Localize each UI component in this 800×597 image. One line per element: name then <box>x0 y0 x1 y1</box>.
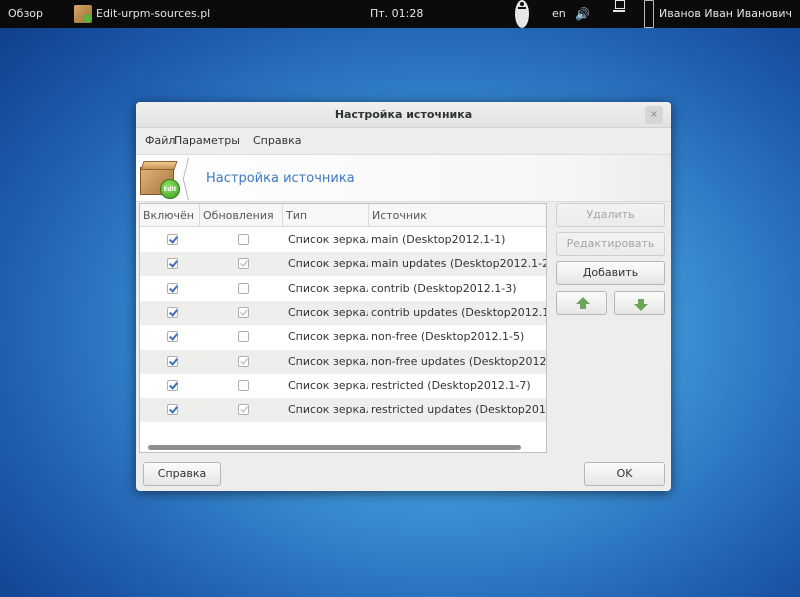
banner-title: Настройка источника <box>206 171 355 186</box>
updates-checkbox[interactable] <box>238 404 249 416</box>
menu-help[interactable]: Справка <box>253 134 301 147</box>
horizontal-scrollbar[interactable] <box>148 445 521 450</box>
move-down-button[interactable] <box>614 291 665 315</box>
menu-options[interactable]: Параметры <box>174 134 240 147</box>
table-row[interactable]: Список зеркал contrib updates (Desktop201… <box>140 300 546 325</box>
enabled-checkbox[interactable] <box>167 355 178 367</box>
table-row[interactable]: Список зеркал non-free updates (Desktop20… <box>140 349 546 374</box>
enabled-checkbox[interactable] <box>167 258 178 270</box>
updates-checkbox[interactable] <box>238 282 249 294</box>
table-row[interactable]: Список зеркал main updates (Desktop2012.1… <box>140 252 546 277</box>
cell-type: Список зеркал <box>288 354 368 368</box>
updates-checkbox[interactable] <box>238 258 249 270</box>
updates-checkbox[interactable] <box>238 355 249 367</box>
enabled-checkbox[interactable] <box>167 234 178 245</box>
move-up-button[interactable] <box>556 291 607 315</box>
cell-type: Список зеркал <box>288 330 368 344</box>
cell-source: contrib (Desktop2012.1-3) <box>371 281 517 295</box>
add-button[interactable]: Добавить <box>556 261 665 285</box>
column-header-enabled[interactable]: Включён <box>140 204 199 227</box>
enabled-checkbox[interactable] <box>167 404 178 416</box>
column-header-type[interactable]: Тип <box>282 204 368 227</box>
edit-button[interactable]: Редактировать <box>556 232 665 256</box>
chat-icon[interactable] <box>644 0 654 28</box>
menu-bar: Файл Параметры Справка <box>136 128 671 154</box>
edit-badge-icon: Edit <box>160 179 180 199</box>
accessibility-icon[interactable] <box>515 0 529 28</box>
volume-icon[interactable]: 🔊 <box>575 0 590 28</box>
enabled-checkbox[interactable] <box>167 282 178 294</box>
enabled-checkbox[interactable] <box>167 306 178 318</box>
cell-type: Список зеркал <box>288 305 368 319</box>
cell-source: non-free (Desktop2012.1-5) <box>371 330 525 344</box>
keyboard-layout-indicator[interactable]: en <box>552 0 566 28</box>
enabled-checkbox[interactable] <box>167 331 178 343</box>
menu-file[interactable]: Файл <box>145 134 175 147</box>
user-menu[interactable]: Иванов Иван Иванович <box>659 0 792 28</box>
media-source-dialog: Настройка источника × Файл Параметры Спр… <box>136 102 671 491</box>
ok-button[interactable]: OK <box>584 462 665 486</box>
delete-button[interactable]: Удалить <box>556 203 665 227</box>
top-bar: Обзор Edit-urpm-sources.pl Пт. 01:28 en … <box>0 0 800 28</box>
updates-checkbox[interactable] <box>238 234 249 245</box>
column-header-source[interactable]: Источник <box>368 204 546 227</box>
cell-type: Список зеркал <box>288 403 368 417</box>
updates-checkbox[interactable] <box>238 331 249 343</box>
help-button[interactable]: Справка <box>143 462 221 486</box>
table-header: Включён Обновления Тип Источник <box>140 204 546 227</box>
cell-source: main (Desktop2012.1-1) <box>371 233 506 246</box>
column-header-updates[interactable]: Обновления <box>199 204 282 227</box>
cell-source: contrib updates (Desktop2012.1-4) <box>371 305 546 319</box>
table-row[interactable]: Список зеркал main (Desktop2012.1-1) <box>140 228 546 252</box>
table-row[interactable]: Список зеркал contrib (Desktop2012.1-3) <box>140 277 546 301</box>
cell-type: Список зеркал <box>288 378 368 392</box>
app-icon[interactable] <box>74 5 92 23</box>
updates-checkbox[interactable] <box>238 306 249 318</box>
arrow-up-icon <box>576 297 590 309</box>
cell-type: Список зеркал <box>288 257 368 271</box>
dialog-titlebar[interactable]: Настройка источника × <box>136 102 671 128</box>
package-box-icon: Edit <box>140 159 182 199</box>
arrow-down-icon <box>634 299 648 311</box>
clock[interactable]: Пт. 01:28 <box>370 0 423 28</box>
table-row[interactable]: Список зеркал non-free (Desktop2012.1-5) <box>140 325 546 349</box>
close-icon[interactable]: × <box>645 106 663 124</box>
enabled-checkbox[interactable] <box>167 379 178 391</box>
cell-source: restricted updates (Desktop2012.1-8) <box>371 403 546 417</box>
dialog-title: Настройка источника <box>334 108 473 121</box>
table-row[interactable]: Список зеркал restricted (Desktop2012.1-7… <box>140 374 546 398</box>
cell-type: Список зеркал <box>288 281 368 295</box>
banner: Edit Настройка источника <box>136 154 671 202</box>
cell-type: Список зеркал <box>288 233 368 246</box>
network-icon[interactable] <box>613 0 625 28</box>
cell-source: restricted (Desktop2012.1-7) <box>371 378 531 392</box>
app-menu-title[interactable]: Edit-urpm-sources.pl <box>96 0 210 28</box>
cell-source: non-free updates (Desktop2012.1-6) <box>371 354 546 368</box>
table-row[interactable]: Список зеркал restricted updates (Desktop… <box>140 398 546 423</box>
updates-checkbox[interactable] <box>238 379 249 391</box>
cell-source: main updates (Desktop2012.1-2) <box>371 257 546 271</box>
sources-table[interactable]: Включён Обновления Тип Источник Список з… <box>139 203 547 453</box>
banner-separator <box>183 158 195 200</box>
activities-overview-button[interactable]: Обзор <box>8 0 43 28</box>
